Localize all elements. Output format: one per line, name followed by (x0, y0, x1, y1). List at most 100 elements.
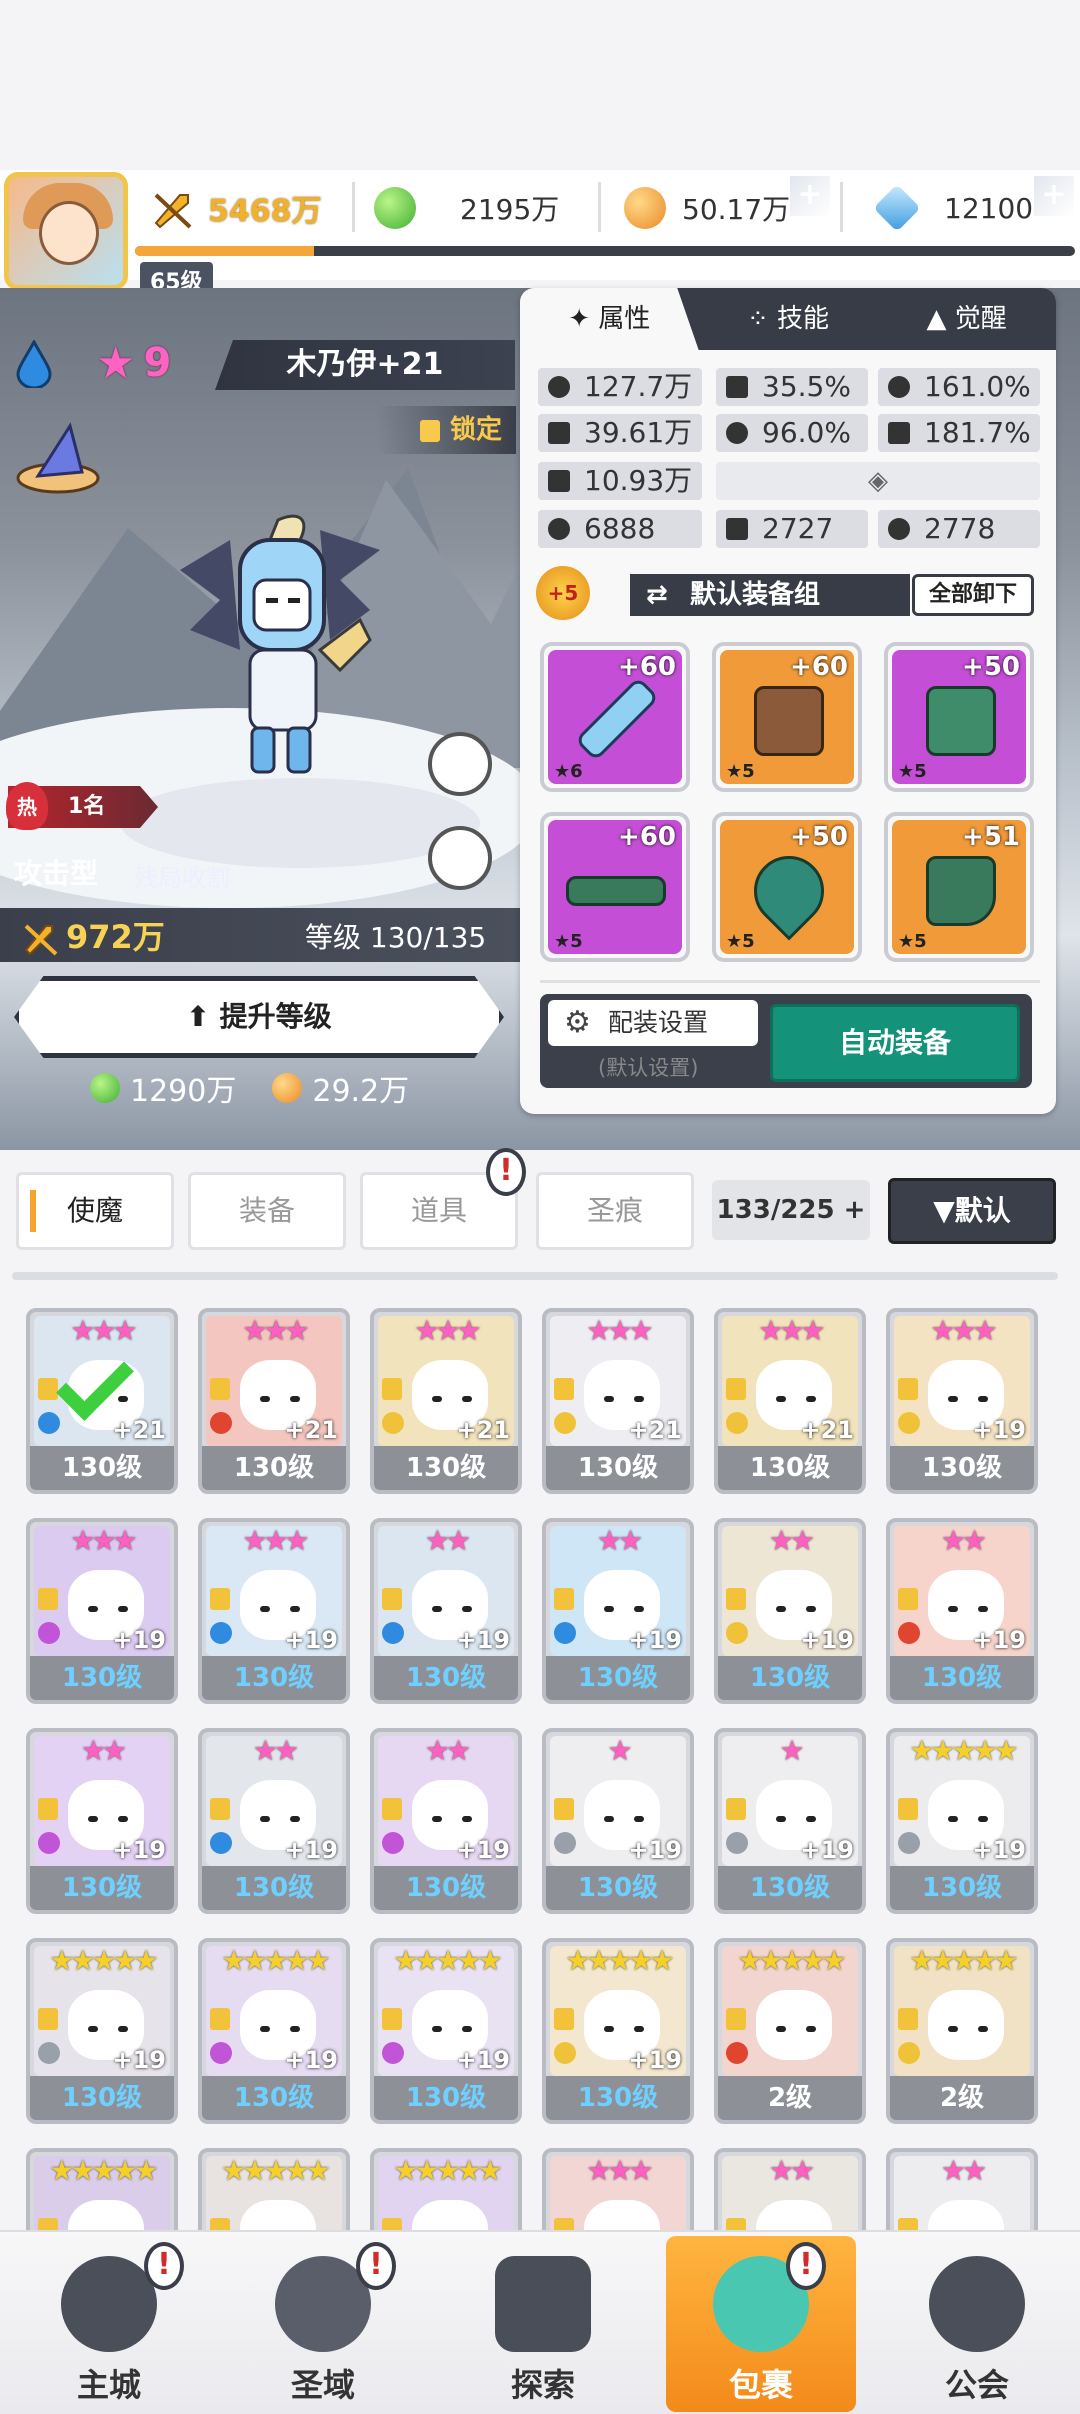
nav-label: 圣域 (290, 2366, 355, 2404)
level-up-button[interactable]: ⬆ 提升等级 (14, 976, 504, 1058)
eye (118, 1816, 128, 1822)
tab-stigmata[interactable]: 圣痕 (536, 1172, 694, 1250)
familiar-plus: +19 (628, 1626, 682, 1654)
nav-main-city[interactable]: ! 主城 (14, 2236, 204, 2412)
refresh-icon[interactable] (428, 826, 492, 890)
nav-guild[interactable]: 公会 (882, 2236, 1072, 2412)
familiar-card[interactable]: ★★★★★ +19 130级 (370, 1938, 522, 2124)
add-crystal-button[interactable]: + (1034, 176, 1074, 216)
equip-set-selector[interactable]: ⇄ 默认装备组 (630, 574, 910, 616)
equip-slot-boots[interactable]: +51 ★5 (884, 812, 1034, 962)
familiar-face (756, 1990, 832, 2060)
pink-star-icon: ★ (96, 337, 136, 389)
player-avatar[interactable] (4, 172, 128, 290)
enhance-badge[interactable]: +5 (536, 566, 590, 620)
view-rotate-icon[interactable] (428, 732, 492, 796)
blue-crystal-icon (873, 184, 921, 232)
familiar-card[interactable]: ★★★★★ +19 130级 (198, 1938, 350, 2124)
star-rank: ★★ (768, 2154, 815, 2187)
familiar-plus: +19 (628, 1836, 682, 1864)
familiar-plus: +19 (456, 1836, 510, 1864)
familiar-card[interactable]: ★★★ +21 130级 (198, 1308, 350, 1494)
slot-star: ★5 (554, 931, 583, 952)
familiar-card[interactable]: ★★ +19 130级 (26, 1728, 178, 1914)
equip-slot-amulet[interactable]: +50 ★5 (712, 812, 862, 962)
familiar-card[interactable]: ★★★★★ +19 130级 (542, 1938, 694, 2124)
familiar-card[interactable]: ★ +19 130级 (714, 1728, 866, 1914)
lock-button[interactable]: 锁定 (378, 406, 516, 454)
sort-dropdown[interactable]: ▼默认 (888, 1178, 1056, 1244)
tab-awaken[interactable]: ▲ 觉醒 (877, 288, 1056, 350)
familiar-card[interactable]: ★★★★★ 2级 (714, 1938, 866, 2124)
tab-label: 觉醒 (954, 304, 1007, 334)
equip-set-name: 默认装备组 (690, 580, 821, 610)
star-rank: ★ (607, 1734, 632, 1767)
equip-slot-chest[interactable]: +60 ★5 (712, 642, 862, 792)
unequip-all-button[interactable]: 全部卸下 (912, 574, 1034, 616)
wizard-hat-icon[interactable] (12, 420, 104, 496)
eye (978, 1816, 988, 1822)
familiar-card[interactable]: ★★★ +19 130级 (886, 1308, 1038, 1494)
add-gold-button[interactable]: + (790, 176, 830, 216)
familiar-card[interactable]: ★★★ +19 130级 (198, 1518, 350, 1704)
familiar-card[interactable]: ★★ +19 130级 (714, 1518, 866, 1704)
familiar-card[interactable]: ★★ +19 130级 (370, 1728, 522, 1914)
tab-equipment[interactable]: 装备 (188, 1172, 346, 1250)
familiar-card[interactable]: ★★ +19 130级 (198, 1728, 350, 1914)
familiar-card[interactable]: ★★ +19 130级 (370, 1518, 522, 1704)
tab-familiars[interactable]: 使魔 (16, 1172, 174, 1250)
familiar-card[interactable]: ★★ +19 130级 (542, 1518, 694, 1704)
nav-sanctuary[interactable]: ! 圣域 (228, 2236, 418, 2412)
nav-bag[interactable]: ! 包裹 (666, 2236, 856, 2412)
mummy-hero-character[interactable] (170, 500, 390, 800)
familiar-card[interactable]: ★★★ +21 130级 (714, 1308, 866, 1494)
equip-slot-robe[interactable]: +50 ★5 (884, 642, 1034, 792)
familiar-card[interactable]: ★★★★★ +19 130级 (886, 1728, 1038, 1914)
padlock-icon (898, 2008, 918, 2030)
hidden-stat-slot[interactable]: ◈ (716, 462, 1040, 500)
equip-slot-weapon[interactable]: +60 ★6 (540, 642, 690, 792)
crystal-resource: 12100 (873, 180, 1033, 236)
lock-label: 锁定 (449, 415, 502, 445)
star-rank: ★★★ (70, 1524, 137, 1557)
capacity-counter[interactable]: 133/225 + (712, 1180, 870, 1240)
familiar-card[interactable]: ★★★★★ 2级 (886, 1938, 1038, 2124)
tab-attributes[interactable]: ✦ 属性 (520, 288, 699, 350)
horizontal-scrollbar[interactable] (12, 1272, 1058, 1280)
eye (806, 1816, 816, 1822)
hot-rank-value: 1名 (68, 794, 106, 819)
eye (806, 1396, 816, 1402)
tab-skills[interactable]: ⁘ 技能 (699, 288, 878, 350)
familiar-card[interactable]: ★★ +19 130级 (886, 1518, 1038, 1704)
power-resource: 5468万 (150, 180, 322, 236)
familiar-card[interactable]: ★★★ +21 130级 (542, 1308, 694, 1494)
familiar-card[interactable]: ★★★★★ +19 130级 (26, 1938, 178, 2124)
slot-star: ★5 (726, 761, 755, 782)
eye (604, 1606, 614, 1612)
capacity-value: 133/225 (716, 1195, 835, 1225)
auto-equip-button[interactable]: 自动装备 (770, 1004, 1020, 1082)
star-rank: ★★★★★ (909, 1944, 1019, 1977)
awaken-icon: ▲ (926, 304, 955, 334)
stat-slash: 181.7% (878, 414, 1040, 452)
familiar-level: 130级 (546, 1656, 690, 1700)
gems-value: 2195万 (460, 193, 560, 226)
familiar-card[interactable]: ★ +19 130级 (542, 1728, 694, 1914)
stat-dash: 2727 (716, 510, 868, 548)
hero-star-count: 9 (143, 340, 172, 386)
element-icon (554, 2042, 576, 2064)
slot-star: ★5 (898, 761, 927, 782)
nav-explore[interactable]: 探索 (448, 2236, 638, 2412)
star-rank: ★★★ (414, 1314, 481, 1347)
alert-badge-icon: ! (486, 1148, 526, 1196)
power-value: 5468万 (208, 194, 322, 229)
familiar-card[interactable]: ★★★ +21 130级 (26, 1308, 178, 1494)
loadout-settings-button[interactable]: ⚙ 配装设置 (548, 1000, 758, 1046)
familiar-card[interactable]: ★★★ +19 130级 (26, 1518, 178, 1704)
familiar-level: 130级 (30, 1866, 174, 1910)
familiar-card[interactable]: ★★★ +21 130级 (370, 1308, 522, 1494)
eye (948, 1396, 958, 1402)
swap-arrows-icon: ⇄ (646, 580, 668, 610)
equip-slot-belt[interactable]: +60 ★5 (540, 812, 690, 962)
star-rank: ★★★ (242, 1314, 309, 1347)
